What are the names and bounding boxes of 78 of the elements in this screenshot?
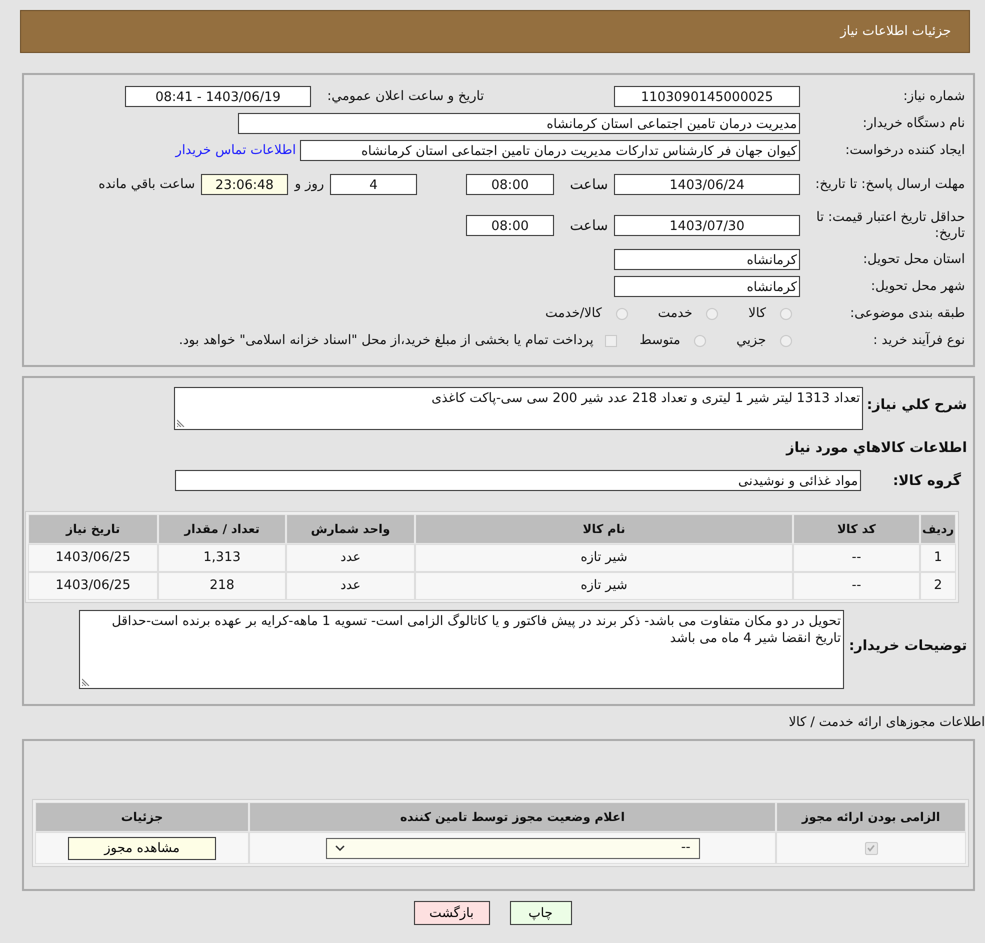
option-label: پرداخت تمام یا بخشی از مبلغ خرید،از محل "اسناد خزانه اسلامی" خواهد بود. [178, 333, 594, 348]
column-header: تعداد / مقدار [158, 514, 286, 544]
field-label: ساعت [568, 218, 608, 234]
column-header: الزامی بودن ارائه مجوز [776, 802, 966, 832]
field-label: شرح کلي نیاز: [866, 396, 968, 413]
field-label: ایجاد کننده درخواست: [844, 142, 966, 158]
checkbox[interactable] [605, 334, 618, 346]
option-label: کالا [748, 306, 766, 321]
page-title: جزئیات اطلاعات نیاز [840, 24, 952, 39]
option-label: متوسط [639, 333, 680, 348]
validity-date-field[interactable]: 1403/07/30 [614, 215, 800, 236]
table-cell: 1,313 [158, 544, 286, 572]
table-cell: 1403/06/25 [28, 572, 158, 600]
radio-button[interactable] [616, 308, 628, 320]
column-header: اعلام وضعیت مجوز توسط تامین کننده [249, 802, 776, 832]
table-cell: 2 [920, 572, 956, 600]
field-label: نوع فرآیند خرید : [872, 332, 966, 348]
column-header: تاریخ نیاز [28, 514, 158, 544]
checkbox[interactable] [864, 842, 878, 854]
resize-grip-icon[interactable] [82, 678, 90, 686]
city-field[interactable]: کرمانشاه [614, 276, 800, 297]
field-label: مهلت ارسال پاسخ: تا تاریخ: [814, 176, 966, 192]
caret-icon [334, 845, 344, 851]
radio-button[interactable] [706, 308, 718, 320]
validity-time-field[interactable]: 08:00 [466, 215, 554, 236]
radio-button[interactable] [780, 334, 792, 346]
buyer-notes-area[interactable]: تحویل در دو مکان متفاوت می باشد- ذکر برند در پیش فاکتور و یا کاتالوگ الزامی است- تسویه 1 ماهه-کرایه بر عهده برنده است-حداقل تاریخ انقضا شیر 4 ماه می باشد [78, 610, 844, 689]
deadline-time-field[interactable]: 08:00 [466, 174, 554, 195]
field-label: طبقه بندی موضوعی: [848, 306, 966, 322]
buyer-org-field[interactable]: مدیریت درمان تامین اجتماعی استان کرمانشاه [238, 113, 800, 134]
field-label: ساعت [568, 176, 608, 192]
buyer-contact-link[interactable]: اطلاعات تماس خریدار [176, 143, 296, 158]
status-dropdown[interactable]: -- [326, 838, 700, 858]
field-label: نام دستگاه خریدار: [862, 116, 966, 132]
back-button[interactable]: بازگشت [414, 901, 490, 925]
resize-grip-icon[interactable] [177, 419, 185, 427]
field-label: شماره نیاز: [902, 88, 966, 104]
field-label: گروه کالا: [892, 472, 962, 488]
radio-button[interactable] [694, 334, 706, 346]
option-label: خدمت [658, 306, 692, 321]
column-header: نام کالا [415, 514, 793, 544]
column-header: ردیف [920, 514, 956, 544]
radio-button[interactable] [780, 308, 792, 320]
section-title: اطلاعات مجوزهای ارائه خدمت / کالا [788, 714, 985, 732]
announce-date-field[interactable]: 1403/06/19 - 08:41 [125, 86, 311, 107]
field-label: حداقل تاریخ اعتبار قیمت: تا تاریخ: [815, 210, 966, 242]
field-label: تاریخ و ساعت اعلان عمومي: [326, 89, 484, 104]
print-button[interactable]: چاپ [510, 901, 572, 925]
table-cell: شیر تازه [415, 544, 793, 572]
description-area[interactable]: تعداد 1313 لیتر شیر 1 لیتری و تعداد 218 عدد شیر 200 سی سی-پاکت کاغذی [174, 387, 863, 430]
province-field[interactable]: کرمانشاه [614, 249, 800, 270]
option-label: کالا/خدمت [545, 306, 602, 321]
view-permit-button[interactable]: مشاهده مجوز [68, 836, 216, 860]
table-cell: 1403/06/25 [28, 544, 158, 572]
check-icon [866, 843, 876, 853]
remaining-time-field[interactable]: 23:06:48 [201, 174, 288, 195]
column-header: جزئیات [35, 802, 249, 832]
need-number-field[interactable]: 1103090145000025 [614, 86, 800, 107]
table-cell: عدد [286, 572, 415, 600]
field-label: شهر محل تحویل: [870, 278, 966, 294]
requester-field[interactable]: کیوان جهان فر کارشناس تدارکات مدیریت درمان تامین اجتماعی استان کرمانشاه [300, 140, 800, 161]
field-label: ساعت باقي مانده [98, 177, 195, 192]
column-header: کد کالا [793, 514, 920, 544]
table-cell: عدد [286, 544, 415, 572]
goods-group-field[interactable]: مواد غذائی و نوشیدنی [175, 470, 861, 491]
field-label: توضیحات خریدار: [848, 637, 968, 654]
table-cell: -- [793, 544, 920, 572]
table-cell: شیر تازه [415, 572, 793, 600]
table-cell: -- [793, 572, 920, 600]
option-label: جزيي [736, 333, 766, 348]
table-cell: 218 [158, 572, 286, 600]
field-label: روز و [294, 177, 324, 192]
deadline-date-field[interactable]: 1403/06/24 [614, 174, 800, 195]
table-cell: 1 [920, 544, 956, 572]
column-header: واحد شمارش [286, 514, 415, 544]
field-label: استان محل تحویل: [862, 252, 966, 268]
section-heading: اطلاعات کالاهاي مورد نیاز [784, 439, 968, 458]
days-field[interactable]: 4 [330, 174, 417, 195]
